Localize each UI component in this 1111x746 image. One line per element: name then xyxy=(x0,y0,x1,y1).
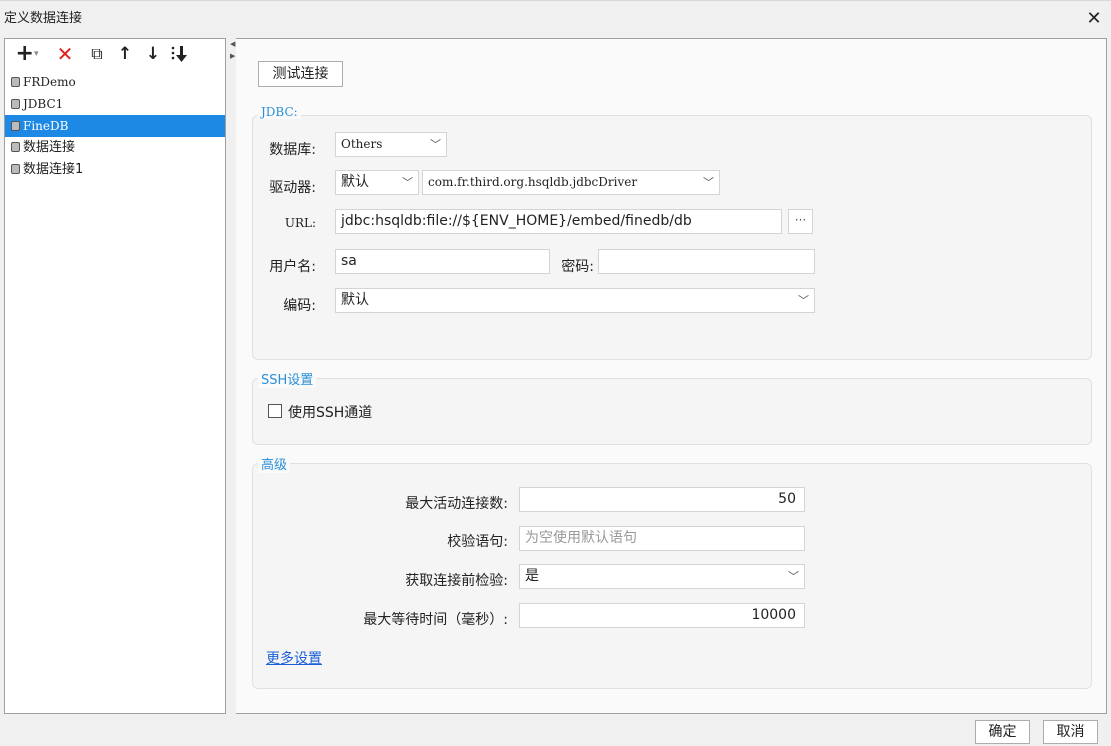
driver-label: 驱动器: xyxy=(269,180,316,196)
max-wait-label: 最大等待时间（毫秒）: xyxy=(363,612,508,628)
username-label: 用户名: xyxy=(269,259,316,275)
cancel-button[interactable]: 取消 xyxy=(1043,720,1098,744)
copy-icon[interactable]: ⧉ xyxy=(85,42,109,66)
connection-settings-panel: 测试连接 JDBC: 数据库: Others ﹀ 驱动器: 默认 ﹀ com.f… xyxy=(236,38,1107,714)
ok-button[interactable]: 确定 xyxy=(975,720,1030,744)
chevron-down-icon: ﹀ xyxy=(430,138,441,151)
url-input[interactable]: jdbc:hsqldb:file://${ENV_HOME}/embed/fin… xyxy=(335,209,782,234)
advanced-group-label: 高级 xyxy=(258,454,291,473)
database-label: 数据库: xyxy=(269,142,316,158)
driver-class-select[interactable]: com.fr.third.org.hsqldb.jdbcDriver ﹀ xyxy=(422,170,720,195)
delete-icon[interactable]: ✕ xyxy=(53,42,77,66)
chevron-down-icon: ﹀ xyxy=(402,176,413,189)
chevron-down-icon: ﹀ xyxy=(788,570,799,583)
test-before-borrow-select[interactable]: 是 ﹀ xyxy=(519,564,805,589)
username-input[interactable]: sa xyxy=(335,249,550,274)
chevron-down-icon: ﹀ xyxy=(703,176,714,189)
title-bar: 定义数据连接 ✕ xyxy=(0,0,1111,36)
window-title: 定义数据连接 xyxy=(4,11,83,26)
database-icon xyxy=(11,77,20,87)
max-active-label: 最大活动连接数: xyxy=(405,496,508,512)
database-icon xyxy=(11,164,20,174)
ssh-group xyxy=(252,378,1092,445)
collapse-left-icon[interactable]: ◀ xyxy=(230,40,235,48)
test-before-borrow-label: 获取连接前检验: xyxy=(405,573,508,589)
max-active-input[interactable]: 50 xyxy=(519,487,805,512)
collapse-right-icon[interactable]: ▶ xyxy=(230,52,235,60)
database-icon xyxy=(11,121,20,131)
encoding-label: 编码: xyxy=(283,298,316,314)
password-input[interactable] xyxy=(598,249,815,274)
max-wait-input[interactable]: 10000 xyxy=(519,603,805,628)
connection-item[interactable]: JDBC1 xyxy=(5,93,225,115)
validation-query-label: 校验语句: xyxy=(447,534,508,550)
move-up-icon[interactable]: ↑ xyxy=(113,42,137,66)
sort-icon[interactable] xyxy=(167,42,191,66)
move-down-icon[interactable]: ↓ xyxy=(141,42,165,66)
connection-item-selected[interactable]: FineDB xyxy=(5,115,225,137)
more-settings-link[interactable]: 更多设置 xyxy=(266,648,322,668)
connection-item[interactable]: 数据连接 xyxy=(5,137,225,159)
connection-item[interactable]: FRDemo xyxy=(5,71,225,93)
list-toolbar: +▾ ✕ ⧉ ↑ ↓ xyxy=(5,39,225,71)
database-icon xyxy=(11,99,20,109)
connection-list-panel: +▾ ✕ ⧉ ↑ ↓ FRDemo JDBC1 FineDB 数据连接 数据连接… xyxy=(4,38,226,714)
ssh-group-label: SSH设置 xyxy=(258,369,317,388)
password-label: 密码: xyxy=(561,259,594,275)
connection-list: FRDemo JDBC1 FineDB 数据连接 数据连接1 xyxy=(5,71,225,181)
dropdown-caret-icon: ▾ xyxy=(33,49,39,59)
chevron-down-icon: ﹀ xyxy=(798,294,809,307)
validation-query-input[interactable]: 为空使用默认语句 xyxy=(519,526,805,551)
plus-icon: + xyxy=(15,41,34,66)
encoding-select[interactable]: 默认 ﹀ xyxy=(335,288,815,313)
test-connection-button[interactable]: 测试连接 xyxy=(258,61,343,87)
use-ssh-checkbox[interactable] xyxy=(268,404,282,418)
database-icon xyxy=(11,142,20,152)
use-ssh-label: 使用SSH通道 xyxy=(288,405,373,421)
jdbc-group-label: JDBC: xyxy=(258,105,301,119)
database-select[interactable]: Others ﹀ xyxy=(335,132,447,157)
panel-splitter[interactable]: ◀ ▶ xyxy=(229,40,235,712)
close-icon[interactable]: ✕ xyxy=(1083,8,1105,30)
url-label: URL: xyxy=(284,216,316,230)
add-connection-button[interactable]: +▾ xyxy=(11,42,43,66)
connection-item[interactable]: 数据连接1 xyxy=(5,159,225,181)
url-browse-button[interactable]: ··· xyxy=(788,209,813,234)
driver-mode-select[interactable]: 默认 ﹀ xyxy=(335,170,419,195)
